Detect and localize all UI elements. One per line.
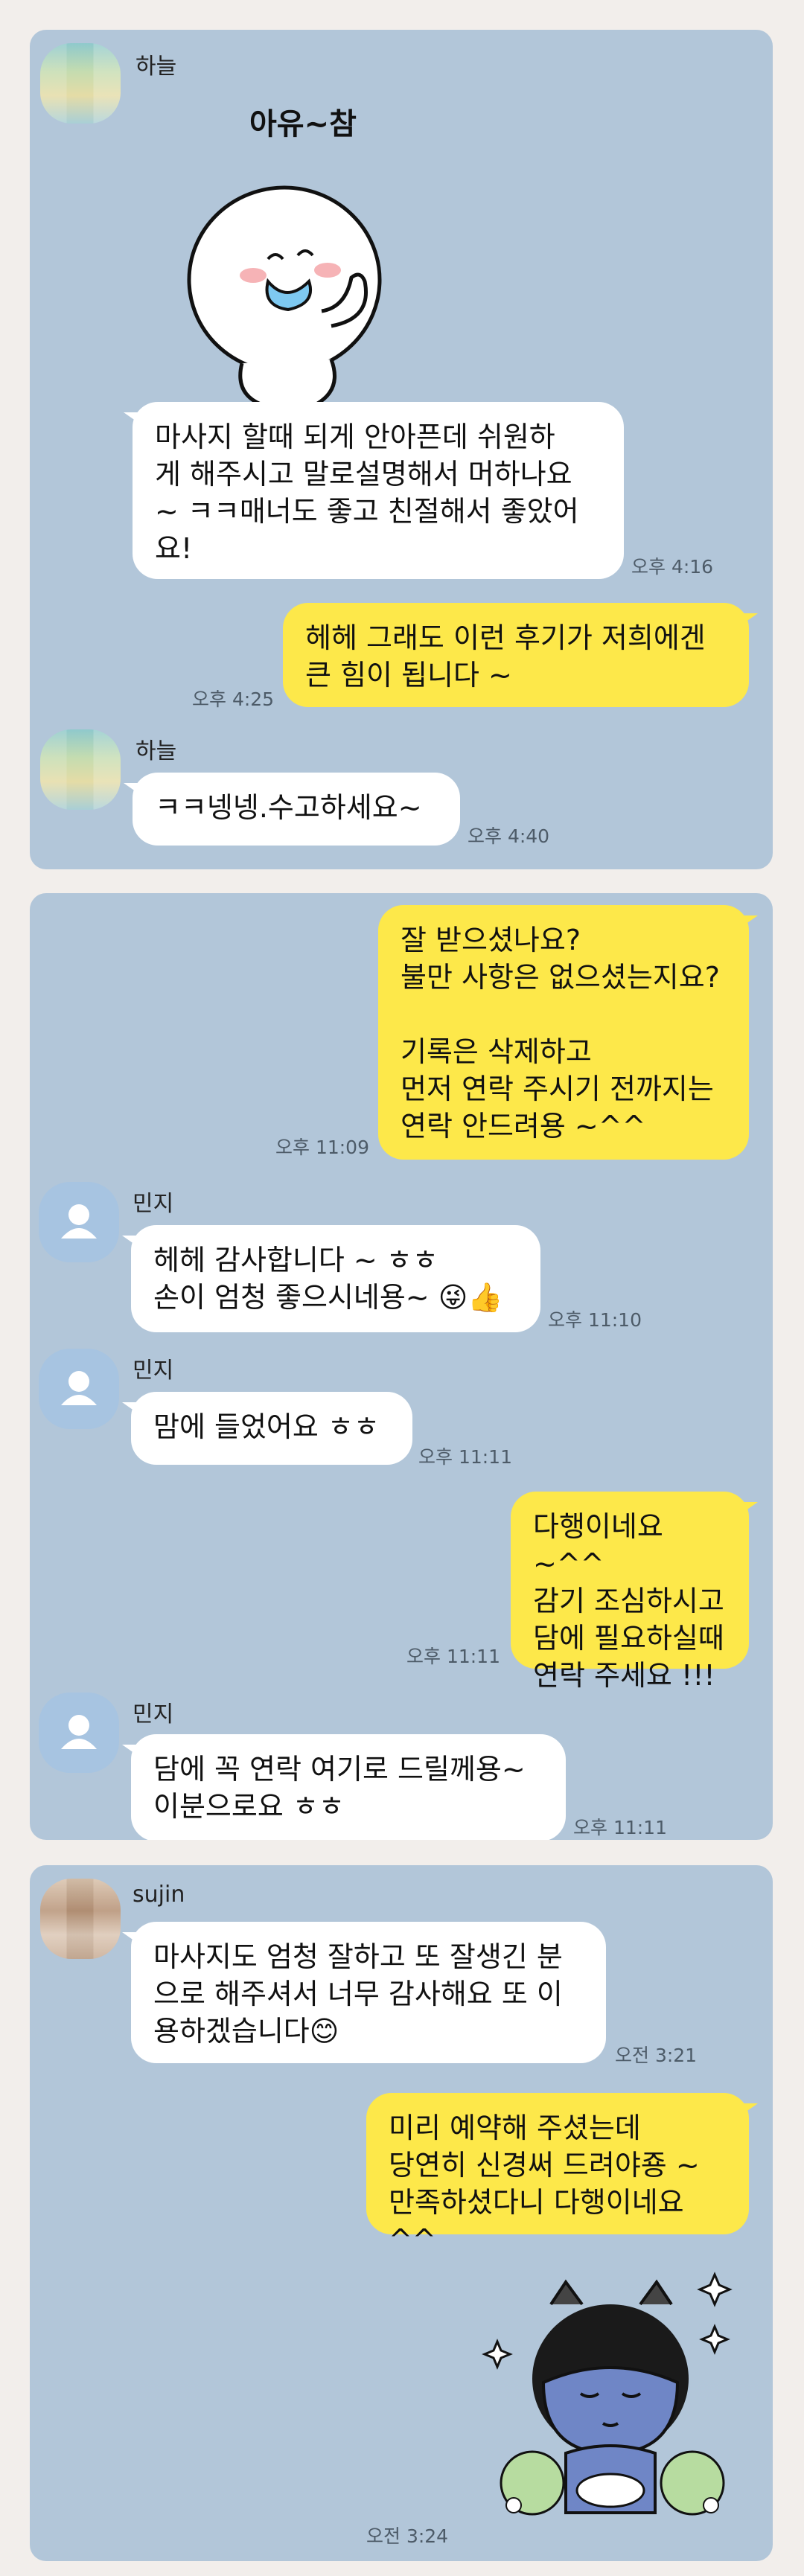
emoticon-sticker[interactable] <box>462 2267 759 2535</box>
message-bubble[interactable]: 담에 꼭 연락 여기로 드릴께용~ 이분으로요 ㅎㅎ <box>122 1734 566 1840</box>
sender-name: 민지 <box>133 1358 174 1384</box>
chat-panel-3: sujin 마사지도 엄청 잘하고 또 잘생긴 분 으로 해주셔서 너무 감사해… <box>30 1865 773 2561</box>
sender-name: 민지 <box>133 1701 174 1728</box>
message-bubble[interactable]: 마사지 할때 되게 안아픈데 쉬원하 게 해주시고 말로설명해서 머하나요 ~ … <box>124 402 624 579</box>
default-avatar-icon <box>61 1715 97 1749</box>
chat-panel-1: 하늘 아유~참 마사지 할때 되게 안아픈데 쉬원하 게 해주시고 말로설명해서… <box>30 30 773 869</box>
avatar[interactable] <box>39 1693 119 1773</box>
message-time: 오후 11:11 <box>406 1646 500 1667</box>
message-time: 오전 3:24 <box>366 2525 449 2547</box>
message-time: 오후 11:11 <box>573 1817 667 1838</box>
message-time: 오후 11:10 <box>548 1309 642 1331</box>
my-message-bubble[interactable]: 잘 받으셨나요? 불만 사항은 없으셨는지요? 기록은 삭제하고 먼저 연락 주… <box>378 905 758 1160</box>
avatar[interactable] <box>39 1349 119 1429</box>
avatar[interactable] <box>40 1879 121 1959</box>
my-message-bubble[interactable]: 헤헤 그래도 이런 후기가 저희에겐 큰 힘이 됩니다 ~ <box>283 603 758 707</box>
message-time: 오전 3:21 <box>615 2045 698 2066</box>
emoticon-sticker[interactable]: 아유~참 <box>179 103 424 412</box>
default-avatar-icon <box>61 1204 97 1239</box>
sender-name: 민지 <box>133 1191 174 1217</box>
message-bubble[interactable]: 마사지도 엄청 잘하고 또 잘생긴 분 으로 해주셔서 너무 감사해요 또 이 … <box>122 1922 606 2063</box>
sender-name: 하늘 <box>135 738 177 764</box>
sender-name: sujin <box>133 1882 185 1908</box>
chat-panel-2: 잘 받으셨나요? 불만 사항은 없으셨는지요? 기록은 삭제하고 먼저 연락 주… <box>30 893 773 1840</box>
avatar[interactable] <box>40 43 121 124</box>
my-message-bubble[interactable]: 다행이네요 ~^^ 감기 조심하시고 담에 필요하실때 연락 주세요 !!! <box>511 1492 758 1692</box>
message-bubble[interactable]: ㅋㅋ넹넹.수고하세요~ <box>124 773 460 846</box>
sticker-caption: 아유~참 <box>249 107 357 141</box>
message-time: 오후 11:09 <box>275 1137 369 1158</box>
sender-name: 하늘 <box>135 54 177 80</box>
message-time: 오후 4:40 <box>468 825 550 847</box>
message-time: 오후 4:16 <box>631 556 714 578</box>
message-time: 오후 4:25 <box>192 688 275 710</box>
message-time: 오후 11:11 <box>418 1446 512 1468</box>
my-message-bubble[interactable]: 미리 예약해 주셨는데 당연히 신경써 드려야죵 ~ 만족하셨다니 다행이네요 … <box>366 2093 758 2256</box>
avatar[interactable] <box>39 1182 119 1262</box>
avatar[interactable] <box>40 729 121 810</box>
message-bubble[interactable]: 맘에 들었어요 ㅎㅎ <box>122 1392 412 1465</box>
message-bubble[interactable]: 헤헤 감사합니다 ~ ㅎㅎ 손이 엄청 좋으시네용~ 😜👍 <box>122 1225 540 1332</box>
default-avatar-icon <box>61 1371 97 1405</box>
